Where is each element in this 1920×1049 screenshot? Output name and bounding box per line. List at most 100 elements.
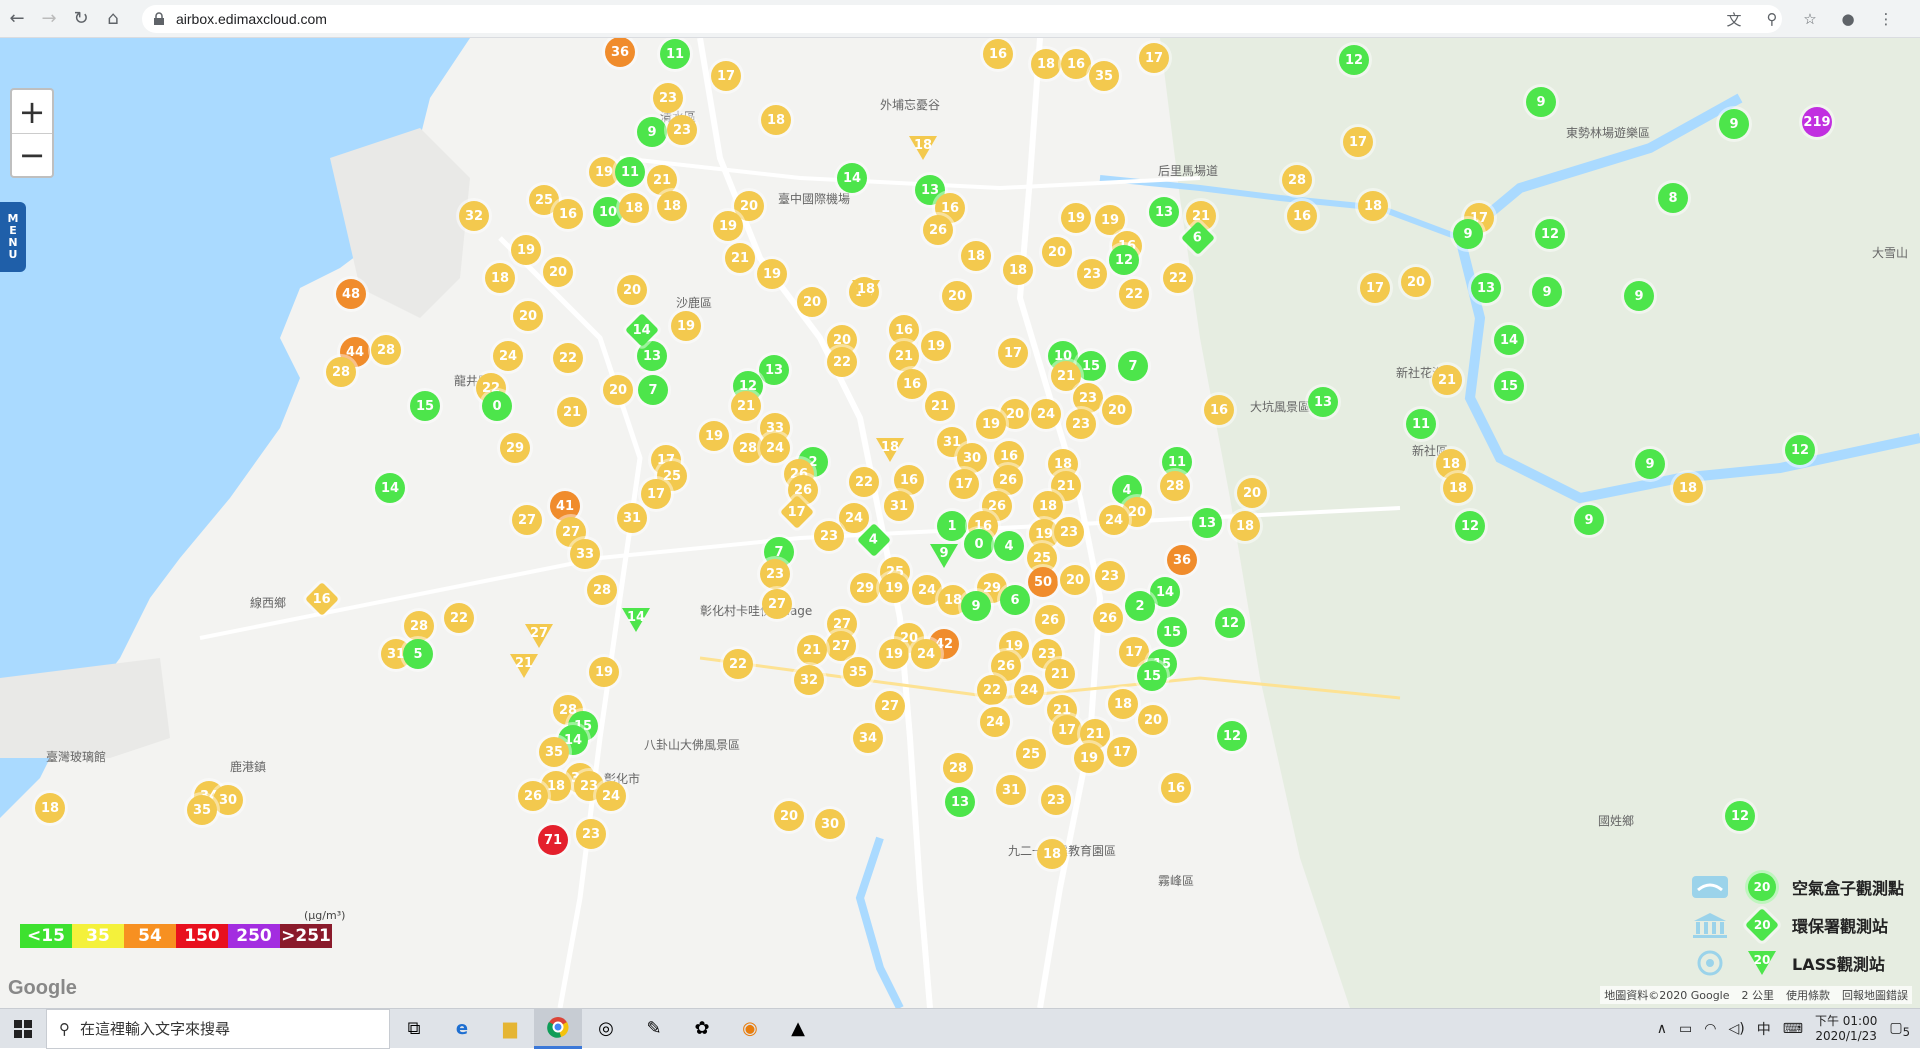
airbox-marker[interactable]: 19 — [1074, 743, 1104, 773]
airbox-marker[interactable]: 16 — [897, 369, 927, 399]
airbox-marker[interactable]: 17 — [949, 469, 979, 499]
home-icon[interactable]: ⌂ — [98, 4, 128, 34]
airbox-marker[interactable]: 35 — [187, 795, 217, 825]
airbox-marker[interactable]: 19 — [921, 331, 951, 361]
airbox-marker[interactable]: 19 — [1095, 205, 1125, 235]
airbox-marker[interactable]: 13 — [1192, 508, 1222, 538]
airbox-marker[interactable]: 18 — [1031, 49, 1061, 79]
airbox-marker[interactable]: 12 — [1455, 511, 1485, 541]
airbox-marker[interactable]: 9 — [1624, 281, 1654, 311]
volume-icon[interactable]: ◁) — [1728, 1021, 1744, 1037]
airbox-marker[interactable]: 24 — [839, 503, 869, 533]
airbox-marker[interactable]: 28 — [1160, 471, 1190, 501]
airbox-marker[interactable]: 19 — [699, 421, 729, 451]
airbox-marker[interactable]: 9 — [961, 591, 991, 621]
airbox-marker[interactable]: 17 — [1052, 715, 1082, 745]
airbox-marker[interactable]: 22 — [723, 649, 753, 679]
airbox-marker[interactable]: 0 — [482, 391, 512, 421]
airbox-marker[interactable]: 18 — [485, 263, 515, 293]
airbox-marker[interactable]: 17 — [711, 61, 741, 91]
airbox-marker[interactable]: 14 — [837, 163, 867, 193]
airbox-marker[interactable]: 19 — [713, 211, 743, 241]
app-icon-gimp[interactable]: ✎ — [630, 1009, 678, 1049]
airbox-marker[interactable]: 26 — [1035, 605, 1065, 635]
taskbar-search-input[interactable]: ⚲ 在這裡輸入文字來搜尋 — [46, 1009, 390, 1049]
airbox-marker[interactable]: 28 — [733, 433, 763, 463]
airbox-marker[interactable]: 9 — [1532, 277, 1562, 307]
airbox-marker[interactable]: 20 — [617, 275, 647, 305]
airbox-marker[interactable]: 19 — [671, 311, 701, 341]
airbox-marker[interactable]: 12 — [1109, 245, 1139, 275]
profile-icon[interactable]: ● — [1834, 5, 1862, 33]
airbox-marker[interactable]: 23 — [1066, 409, 1096, 439]
airbox-marker[interactable]: 28 — [943, 753, 973, 783]
lass-station-marker[interactable]: 18 — [850, 278, 882, 306]
lass-station-marker[interactable]: 18 — [907, 134, 939, 162]
file-explorer-icon[interactable]: ▆ — [486, 1009, 534, 1049]
airbox-marker[interactable]: 16 — [1161, 773, 1191, 803]
airbox-marker[interactable]: 11 — [615, 157, 645, 187]
airbox-marker[interactable]: 20 — [942, 281, 972, 311]
reload-icon[interactable]: ↻ — [66, 4, 96, 34]
airbox-marker[interactable]: 9 — [1635, 449, 1665, 479]
airbox-marker[interactable]: 22 — [553, 343, 583, 373]
airbox-marker[interactable]: 17 — [641, 479, 671, 509]
translate-icon[interactable]: 文 — [1720, 5, 1748, 33]
airbox-marker[interactable]: 41 — [550, 491, 580, 521]
airbox-marker[interactable]: 18 — [1673, 473, 1703, 503]
airbox-marker[interactable]: 18 — [1108, 689, 1138, 719]
edge-browser-icon[interactable]: e — [438, 1009, 486, 1049]
airbox-marker[interactable]: 18 — [1003, 255, 1033, 285]
airbox-marker[interactable]: 19 — [589, 657, 619, 687]
airbox-marker[interactable]: 16 — [1287, 201, 1317, 231]
battery-icon[interactable]: ▭ — [1679, 1021, 1692, 1037]
terms-link[interactable]: 使用條款 — [1786, 987, 1830, 1003]
airbox-marker[interactable]: 20 — [1102, 395, 1132, 425]
airbox-marker[interactable]: 23 — [653, 83, 683, 113]
lass-station-marker[interactable]: 21 — [508, 652, 540, 680]
airbox-marker[interactable]: 21 — [1045, 659, 1075, 689]
airbox-marker[interactable]: 13 — [1471, 273, 1501, 303]
airbox-marker[interactable]: 9 — [1526, 87, 1556, 117]
airbox-marker[interactable]: 12 — [1785, 435, 1815, 465]
airbox-marker[interactable]: 34 — [853, 723, 883, 753]
airbox-marker[interactable]: 0 — [964, 529, 994, 559]
airbox-marker[interactable]: 31 — [884, 491, 914, 521]
airbox-marker[interactable]: 24 — [980, 707, 1010, 737]
airbox-marker[interactable]: 22 — [827, 347, 857, 377]
notification-icon[interactable]: ▢5 — [1889, 1020, 1910, 1039]
airbox-marker[interactable]: 19 — [757, 259, 787, 289]
airbox-marker[interactable]: 22 — [1119, 279, 1149, 309]
airbox-marker[interactable]: 21 — [889, 341, 919, 371]
airbox-marker[interactable]: 9 — [637, 117, 667, 147]
blender-icon[interactable]: ◉ — [726, 1009, 774, 1049]
airbox-marker[interactable]: 50 — [1028, 567, 1058, 597]
airbox-marker[interactable]: 24 — [1014, 675, 1044, 705]
airbox-marker[interactable]: 21 — [557, 397, 587, 427]
airbox-marker[interactable]: 12 — [1725, 801, 1755, 831]
airbox-marker[interactable]: 16 — [553, 199, 583, 229]
airbox-marker[interactable]: 12 — [1215, 608, 1245, 638]
airbox-marker[interactable]: 20 — [797, 287, 827, 317]
airbox-marker[interactable]: 24 — [1099, 505, 1129, 535]
airbox-marker[interactable]: 15 — [1157, 617, 1187, 647]
airbox-marker[interactable]: 20 — [543, 257, 573, 287]
bookmark-star-icon[interactable]: ☆ — [1796, 5, 1824, 33]
app-icon-compass[interactable]: ◎ — [582, 1009, 630, 1049]
airbox-marker[interactable]: 24 — [760, 433, 790, 463]
tray-chevron-icon[interactable]: ∧ — [1657, 1021, 1667, 1037]
airbox-marker[interactable]: 18 — [1230, 511, 1260, 541]
airbox-marker[interactable]: 23 — [667, 115, 697, 145]
airbox-marker[interactable]: 18 — [1443, 473, 1473, 503]
airbox-marker[interactable]: 17 — [998, 338, 1028, 368]
airbox-marker[interactable]: 19 — [1061, 203, 1091, 233]
airbox-marker[interactable]: 18 — [35, 793, 65, 823]
chrome-icon[interactable] — [534, 1009, 582, 1049]
airbox-marker[interactable]: 20 — [1401, 267, 1431, 297]
airbox-marker[interactable]: 29 — [500, 433, 530, 463]
airbox-marker[interactable]: 28 — [587, 575, 617, 605]
airbox-marker[interactable]: 31 — [996, 775, 1026, 805]
airbox-marker[interactable]: 11 — [1406, 409, 1436, 439]
airbox-marker[interactable]: 16 — [983, 39, 1013, 69]
airbox-marker[interactable]: 19 — [879, 639, 909, 669]
